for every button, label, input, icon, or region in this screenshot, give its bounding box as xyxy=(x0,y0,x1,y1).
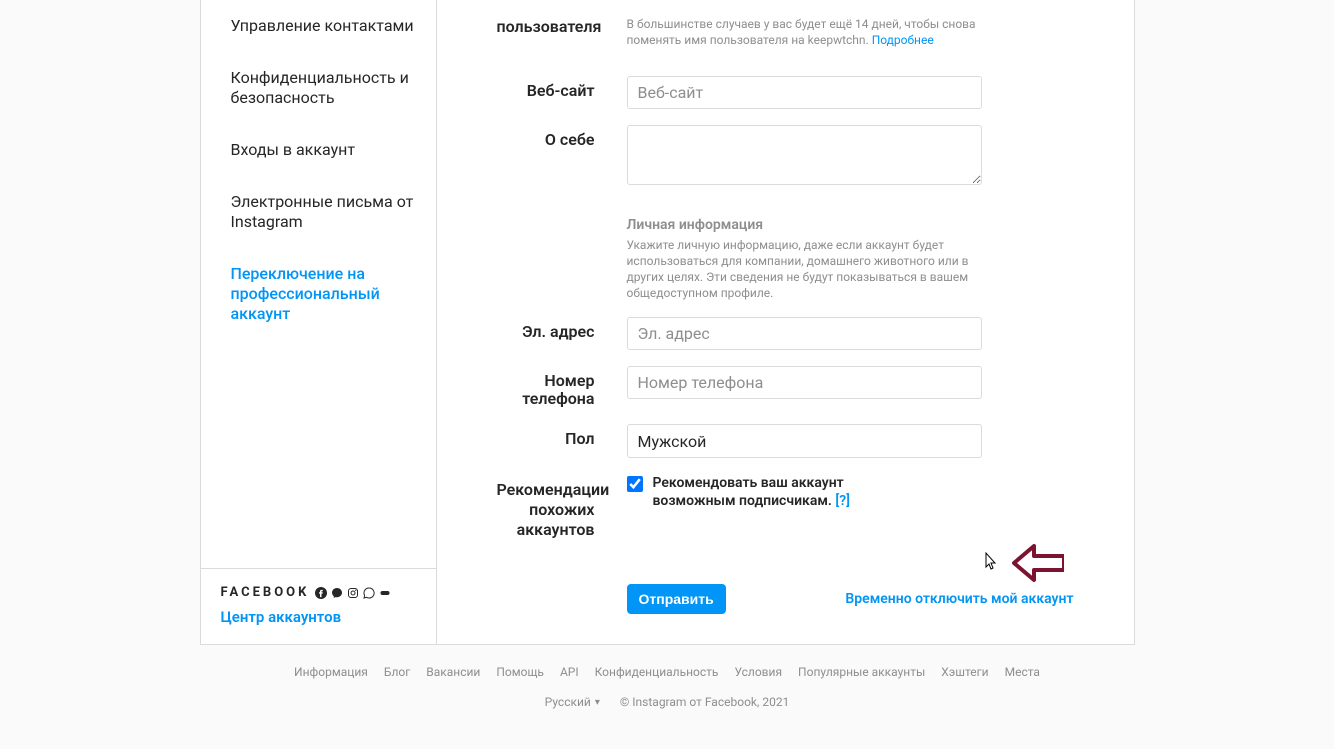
page-footer: Информация Блог Вакансии Помощь API Конф… xyxy=(200,665,1135,749)
email-input[interactable] xyxy=(627,317,982,350)
footer-bottom: Русский ▾ © Instagram от Facebook, 2021 xyxy=(200,695,1135,749)
gender-value: Мужской xyxy=(638,432,707,451)
email-row: Эл. адрес xyxy=(497,317,1074,350)
phone-input[interactable] xyxy=(627,366,982,399)
sidebar-item-label: Управление контактами xyxy=(231,16,414,35)
footer-link[interactable]: Популярные аккаунты xyxy=(798,665,925,679)
similar-accounts-row: Рекомендации похожих аккаунтов Рекомендо… xyxy=(497,474,1074,540)
sidebar-item-privacy[interactable]: Конфиденциальность и безопасность xyxy=(201,52,436,124)
facebook-brand-row: FACEBOOK xyxy=(221,585,416,600)
sidebar-footer: FACEBOOK Центр аккаунтов xyxy=(201,568,436,644)
personal-info-heading-row: Личная информация Укажите личную информа… xyxy=(497,217,1074,301)
footer-link[interactable]: Места xyxy=(1005,665,1040,679)
phone-label: Номер телефона xyxy=(497,366,627,408)
facebook-icon xyxy=(315,587,327,599)
copyright-text: © Instagram от Facebook, 2021 xyxy=(620,695,789,709)
facebook-wordmark: FACEBOOK xyxy=(221,585,310,600)
website-row: Веб-сайт xyxy=(497,76,1074,109)
sidebar-item-login-activity[interactable]: Входы в аккаунт xyxy=(201,124,436,176)
username-row: пользователя В большинстве случаев у вас… xyxy=(497,16,1074,48)
cursor-pointer-icon xyxy=(980,551,1000,579)
footer-link[interactable]: Условия xyxy=(734,665,782,679)
personal-info-heading: Личная информация xyxy=(627,217,1074,233)
sidebar-item-label: Конфиденциальность и безопасность xyxy=(231,68,409,107)
similar-checkbox-text: Рекомендовать ваш аккаунт возможным подп… xyxy=(653,475,844,509)
website-label: Веб-сайт xyxy=(497,76,627,109)
messenger-icon xyxy=(331,587,343,599)
sidebar-item-contacts[interactable]: Управление контактами xyxy=(201,0,436,52)
disable-account-label: Временно отключить мой аккаунт xyxy=(845,591,1073,607)
gender-row: Пол Мужской xyxy=(497,424,1074,458)
similar-accounts-checkbox[interactable] xyxy=(627,476,643,492)
footer-link[interactable]: Блог xyxy=(384,665,410,679)
bio-label: О себе xyxy=(497,125,627,189)
settings-panel: Управление контактами Конфиденциальность… xyxy=(200,0,1135,645)
bio-row: О себе xyxy=(497,125,1074,189)
accounts-center-label: Центр аккаунтов xyxy=(221,608,342,626)
username-help-text: В большинстве случаев у вас будет ещё 14… xyxy=(627,16,982,48)
similar-accounts-checkbox-label: Рекомендовать ваш аккаунт возможным подп… xyxy=(653,474,853,510)
instagram-icon xyxy=(347,587,359,599)
footer-link[interactable]: Вакансии xyxy=(426,665,480,679)
annotation-arrow-icon xyxy=(1012,544,1064,586)
chevron-down-icon: ▾ xyxy=(595,697,600,708)
personal-info-text: Укажите личную информацию, даже если акк… xyxy=(627,237,982,301)
footer-link[interactable]: Информация xyxy=(294,665,368,679)
sidebar-item-emails[interactable]: Электронные письма от Instagram xyxy=(201,176,436,248)
sidebar: Управление контактами Конфиденциальность… xyxy=(201,0,437,644)
sidebar-nav: Управление контактами Конфиденциальность… xyxy=(201,0,436,568)
sidebar-item-label: Электронные письма от Instagram xyxy=(231,192,414,231)
sidebar-item-switch-pro[interactable]: Переключение на профессиональный аккаунт xyxy=(201,248,436,340)
phone-row: Номер телефона xyxy=(497,366,1074,408)
website-input[interactable] xyxy=(627,76,982,109)
oculus-icon xyxy=(379,587,391,599)
similar-accounts-label: Рекомендации похожих аккаунтов xyxy=(497,474,627,540)
similar-help-link[interactable]: [?] xyxy=(835,493,850,509)
accounts-center-link[interactable]: Центр аккаунтов xyxy=(221,608,416,626)
language-label: Русский xyxy=(545,695,591,709)
sidebar-item-label: Входы в аккаунт xyxy=(231,140,356,159)
footer-link[interactable]: API xyxy=(560,665,579,679)
username-help-link[interactable]: Подробнее xyxy=(872,33,934,47)
gender-label: Пол xyxy=(497,424,627,458)
email-label: Эл. адрес xyxy=(497,317,627,350)
sidebar-item-label: Переключение на профессиональный аккаунт xyxy=(231,264,380,323)
submit-button-label: Отправить xyxy=(639,591,714,607)
username-label: пользователя xyxy=(497,16,627,48)
footer-link[interactable]: Хэштеги xyxy=(941,665,988,679)
facebook-apps-icons xyxy=(315,587,391,599)
gender-select[interactable]: Мужской xyxy=(627,424,982,458)
footer-link[interactable]: Помощь xyxy=(496,665,544,679)
bio-textarea[interactable] xyxy=(627,125,982,185)
disable-account-link[interactable]: Временно отключить мой аккаунт xyxy=(845,591,1073,607)
submit-button[interactable]: Отправить xyxy=(627,584,726,614)
whatsapp-icon xyxy=(363,587,375,599)
footer-link[interactable]: Конфиденциальность xyxy=(595,665,719,679)
footer-links: Информация Блог Вакансии Помощь API Конф… xyxy=(200,665,1135,679)
language-select[interactable]: Русский ▾ xyxy=(545,695,600,709)
